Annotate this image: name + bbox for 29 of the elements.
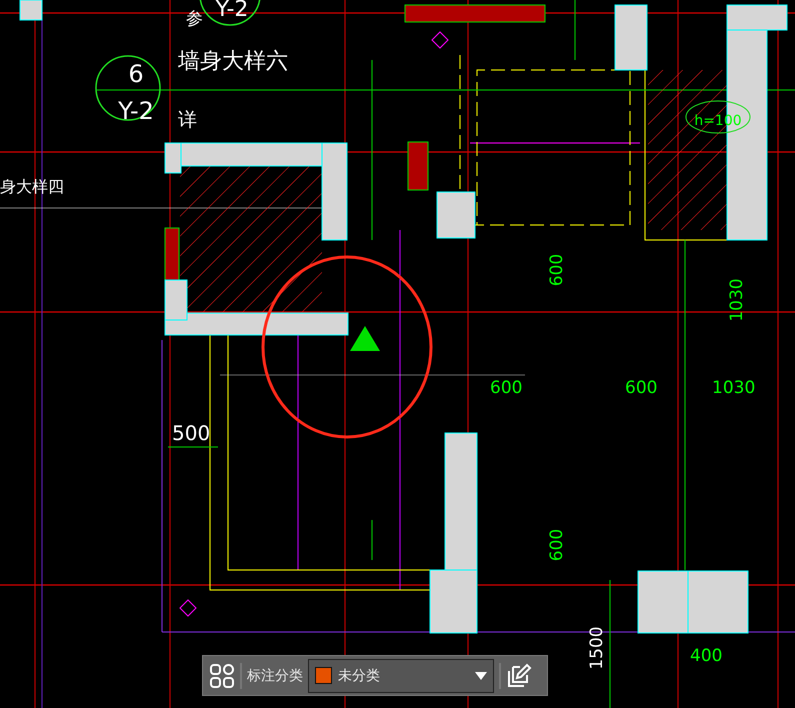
- detail-callout-circle: [95, 55, 161, 121]
- edit-icon[interactable]: [506, 662, 532, 688]
- callout-text: Y-2: [118, 97, 154, 125]
- category-dropdown[interactable]: 未分类: [308, 658, 494, 692]
- column-marker-icon: [431, 31, 449, 49]
- wall-section: [436, 192, 476, 238]
- note-text: 墙身大样六: [178, 49, 288, 74]
- column-marker-icon: [179, 599, 197, 617]
- wall-section: [614, 4, 648, 70]
- dimension-text: 600: [490, 378, 522, 398]
- callout-number: 6: [128, 60, 144, 88]
- dimension-text: 1500: [587, 626, 607, 670]
- category-value: 未分类: [338, 666, 381, 684]
- grid-icon[interactable]: [209, 662, 235, 688]
- wall-section: [20, 0, 42, 20]
- marker-triangle-icon[interactable]: [350, 326, 380, 351]
- dimension-text: 1030: [712, 378, 756, 398]
- note-text: 参: [186, 9, 203, 29]
- note-text: 详: [178, 109, 197, 131]
- caret-icon: [475, 672, 487, 680]
- dimension-text: 600: [625, 378, 658, 398]
- dimension-text: 400: [690, 646, 722, 666]
- dimension-text: 600: [547, 254, 567, 286]
- dimension-text: 1030: [727, 278, 747, 322]
- dimension-text: 600: [547, 528, 567, 562]
- masonry-block: [408, 142, 428, 190]
- dimension-text: 500: [172, 421, 210, 445]
- category-label: 标注分类: [247, 666, 303, 684]
- masonry-block: [164, 228, 180, 280]
